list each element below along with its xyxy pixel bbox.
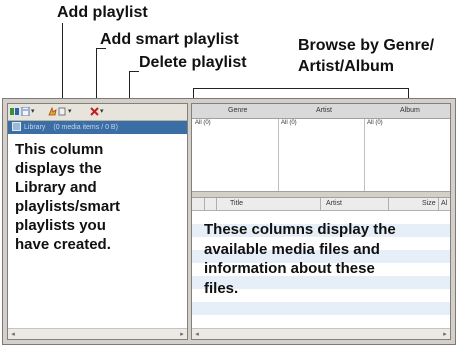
header-separator — [388, 198, 389, 210]
pane-splitter[interactable] — [192, 191, 450, 198]
media-hscrollbar[interactable]: ◂ ▸ — [192, 328, 450, 339]
genre-all-item[interactable]: All (0) — [195, 120, 211, 126]
desc-line: playlists/smart — [15, 198, 121, 215]
scroll-left-icon[interactable]: ◂ — [192, 329, 202, 339]
callout-delete-playlist: Delete playlist — [139, 54, 247, 71]
leader-add-smart-h — [96, 48, 106, 49]
callout-browse-line2: Artist/Album — [298, 58, 394, 75]
table-row[interactable] — [192, 302, 450, 315]
library-label: Library — [24, 124, 46, 131]
library-icon — [12, 122, 21, 131]
desc-line: have created. — [15, 236, 111, 253]
album-all-item[interactable]: All (0) — [367, 120, 383, 126]
header-separator — [320, 198, 321, 210]
col-title[interactable]: Title — [230, 198, 243, 210]
add-playlist-arrow-icon: ▾ — [31, 107, 35, 115]
playlist-doc-icon — [21, 107, 30, 116]
header-separator — [216, 198, 217, 210]
library-count: (0 media items / 0 B) — [53, 124, 118, 131]
artist-all-item[interactable]: All (0) — [281, 120, 297, 126]
add-smart-playlist-button[interactable]: ▾ — [48, 106, 72, 117]
desc-line: playlists you — [15, 217, 106, 234]
browser-col-genre[interactable]: Genre — [228, 104, 247, 118]
browser-col-artist[interactable]: Artist — [316, 104, 332, 118]
media-pane: Genre Artist Album All (0) All (0) All (… — [191, 103, 451, 340]
add-smart-playlist-icon — [48, 107, 57, 116]
scroll-right-icon[interactable]: ▸ — [440, 329, 450, 339]
leader-delete-v — [129, 71, 130, 99]
library-item[interactable]: Library (0 media items / 0 B) — [8, 121, 187, 134]
header-separator — [438, 198, 439, 210]
track-table-header: Title Artist Size Al — [192, 198, 450, 211]
smart-playlist-doc-icon — [58, 107, 66, 116]
desc-line: displays the — [15, 160, 102, 177]
add-playlist-icon — [10, 108, 19, 115]
delete-playlist-icon — [90, 107, 99, 116]
callout-add-playlist: Add playlist — [57, 4, 148, 21]
add-playlist-button[interactable]: ▾ — [10, 106, 35, 117]
leader-browse-bracket — [193, 88, 408, 89]
playlist-toolbar: ▾ ▾ ▾ — [8, 104, 187, 121]
callout-browse-line1: Browse by Genre/ — [298, 37, 435, 54]
add-smart-playlist-arrow-icon: ▾ — [68, 107, 72, 115]
browser-divider — [364, 119, 365, 191]
browser-divider — [278, 119, 279, 191]
scroll-left-icon[interactable]: ◂ — [8, 329, 18, 339]
library-hscrollbar[interactable]: ◂ ▸ — [8, 328, 187, 339]
table-row[interactable] — [192, 315, 450, 328]
desc-line: These columns display the — [204, 221, 396, 238]
desc-line: Library and — [15, 179, 97, 196]
window-frame: ▾ ▾ ▾ Library (0 media items / 0 B) This… — [3, 99, 455, 344]
desc-line: available media files and — [204, 240, 380, 258]
scroll-right-icon[interactable]: ▸ — [177, 329, 187, 339]
delete-playlist-arrow-icon: ▾ — [100, 107, 104, 115]
browser-col-album[interactable]: Album — [400, 104, 420, 118]
desc-line: files. — [204, 279, 239, 297]
browser-header: Genre Artist Album — [192, 104, 450, 119]
leader-add-smart-v — [96, 48, 97, 99]
desc-line: information about these — [204, 260, 375, 277]
leader-add-playlist — [62, 23, 63, 99]
col-artist[interactable]: Artist — [326, 198, 342, 210]
col-size[interactable]: Size — [422, 198, 436, 210]
library-pane-description: This column displays the Library and pla… — [15, 140, 120, 254]
col-album[interactable]: Al — [441, 198, 447, 210]
leader-delete-h — [129, 71, 139, 72]
delete-playlist-button[interactable]: ▾ — [90, 106, 104, 117]
media-pane-description: These columns display the available medi… — [204, 220, 396, 298]
library-pane: ▾ ▾ ▾ Library (0 media items / 0 B) This… — [7, 103, 188, 340]
header-separator — [204, 198, 205, 210]
desc-line: This column — [15, 141, 104, 158]
callout-add-smart-playlist: Add smart playlist — [100, 31, 239, 48]
app-window: ▾ ▾ ▾ Library (0 media items / 0 B) This… — [2, 98, 456, 345]
